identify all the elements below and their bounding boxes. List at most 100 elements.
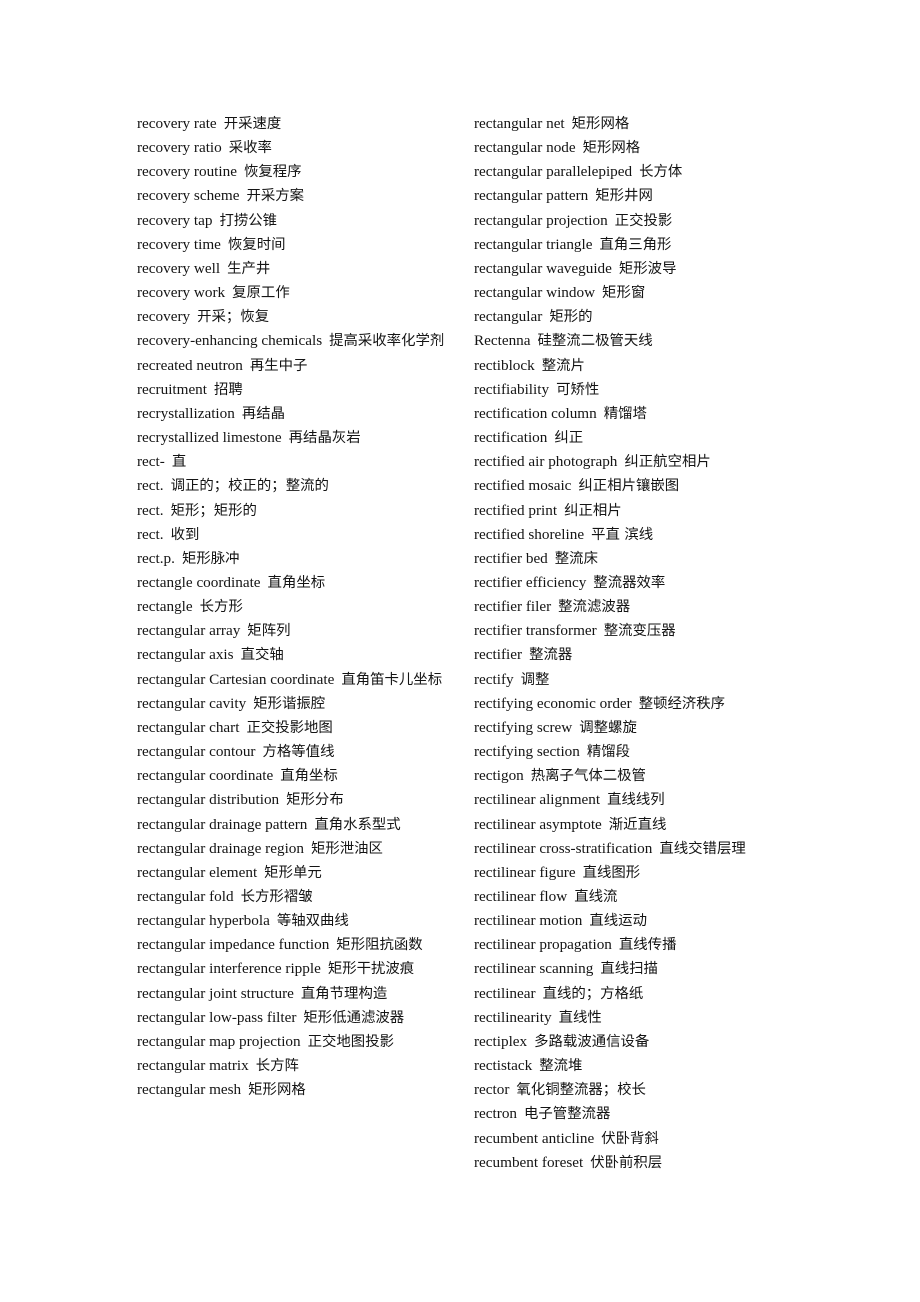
- entry-definition: 热离子气体二极管: [530, 768, 646, 785]
- entry-definition: 直线线列: [607, 792, 665, 809]
- entry-definition: 矩形网格: [582, 140, 641, 157]
- entry-term: Rectenna: [474, 332, 531, 350]
- entry-definition: 整流变压器: [603, 623, 676, 640]
- entry-definition: 开采速度: [223, 116, 282, 132]
- entry-term: recovery tap: [137, 211, 213, 229]
- entry-definition: 矩形干扰波痕: [327, 961, 415, 978]
- entry-term: rect.: [137, 525, 164, 543]
- entry-term: rectangular Cartesian coordinate: [137, 670, 335, 688]
- entry-term: rectilinear flow: [474, 888, 568, 905]
- entry-term: rectangular mesh: [137, 1081, 242, 1099]
- dictionary-entry: rectangular drainage pattern 直角水系型式: [137, 813, 449, 837]
- dictionary-entry: rectification 纠正: [474, 426, 790, 450]
- entry-definition: 直: [171, 454, 187, 471]
- entry-definition: 伏卧前积层: [590, 1154, 663, 1171]
- dictionary-entry: rectangular triangle 直角三角形: [474, 233, 790, 257]
- dictionary-entry: rector 氧化铜整流器；校长: [474, 1078, 790, 1102]
- entry-term: rectangular chart: [137, 718, 240, 736]
- entry-term: recovery work: [137, 284, 226, 302]
- dictionary-column-right: rectangular net 矩形网格 rectangular node 矩形网格 r…: [474, 112, 790, 1175]
- entry-definition: 矩形窗: [602, 285, 646, 302]
- dictionary-entry: rectifying screw 调整螺旋: [474, 716, 790, 740]
- entry-definition: 直角坐标: [267, 574, 326, 591]
- entry-term: rectifying section: [474, 743, 580, 761]
- dictionary-entry: rectilinear alignment 直线线列: [474, 788, 790, 812]
- entry-term: rectangular parallelepiped: [474, 163, 633, 181]
- entry-definition: 矩形网格: [248, 1082, 306, 1099]
- dictionary-entry: rectangular 矩形的: [474, 305, 790, 329]
- dictionary-entry: rectron 电子管整流器: [474, 1102, 790, 1126]
- entry-term: rect.: [137, 501, 164, 519]
- entry-definition: 矩形脉冲: [181, 550, 240, 567]
- entry-definition: 矩阵列: [247, 623, 291, 640]
- entry-term: recruitment: [137, 380, 207, 398]
- dictionary-entry: rectangular interference ripple 矩形干扰波痕: [137, 957, 449, 981]
- entry-term: rectangular window: [474, 284, 596, 302]
- dictionary-entry: rectangle 长方形: [137, 595, 449, 619]
- entry-term: recovery scheme: [137, 187, 240, 205]
- entry-definition: 长方形褶皱: [240, 889, 313, 905]
- entry-term: rectangular contour: [137, 743, 256, 761]
- entry-definition: 精馏段: [586, 744, 631, 761]
- entry-definition: 纠正: [554, 430, 584, 447]
- dictionary-entry: rectangular map projection 正交地图投影: [137, 1030, 449, 1054]
- entry-term: rectangular joint structure: [137, 984, 294, 1002]
- entry-term: rectifier efficiency: [474, 573, 587, 591]
- entry-term: rectify: [474, 670, 514, 688]
- entry-term: rectilinear motion: [474, 912, 583, 930]
- entry-term: recovery: [137, 308, 191, 326]
- dictionary-entry: rectangular waveguide 矩形波导: [474, 257, 790, 281]
- entry-definition: 矩形波导: [618, 260, 677, 277]
- dictionary-entry: rect. 调正的；校正的；整流的: [137, 474, 449, 498]
- entry-definition: 硅整流二极管天线: [537, 333, 653, 350]
- entry-term: rectilinearity: [474, 1008, 552, 1026]
- entry-term: rectangular node: [474, 139, 576, 157]
- dictionary-entry: recovery rate 开采速度: [137, 112, 449, 136]
- dictionary-entry: rectify 调整: [474, 668, 790, 692]
- entry-definition: 多路载波通信设备: [534, 1033, 650, 1050]
- dictionary-entry: rectified print 纠正相片: [474, 499, 790, 523]
- entry-term: rectiplex: [474, 1032, 528, 1050]
- entry-definition: 直角水系型式: [314, 816, 401, 833]
- entry-term: rectangular projection: [474, 211, 608, 229]
- entry-definition: 直线性: [558, 1009, 602, 1026]
- dictionary-column-left: recovery rate 开采速度 recovery ratio 采收率 recove…: [137, 112, 449, 1102]
- entry-definition: 氧化铜整流器；校长: [516, 1082, 646, 1099]
- entry-term: rectangular interference ripple: [137, 960, 321, 978]
- dictionary-entry: rectangular drainage region 矩形泄油区: [137, 837, 449, 861]
- entry-definition: 直角三角形: [599, 236, 672, 253]
- entry-term: rect-: [137, 453, 165, 471]
- dictionary-entry: rectangular element 矩形单元: [137, 861, 449, 885]
- entry-term: rectangular map projection: [137, 1032, 301, 1050]
- entry-definition: 恢复时间: [227, 236, 286, 253]
- entry-definition: 矩形网格: [571, 116, 630, 132]
- entry-definition: 提高采收率化学剂: [329, 333, 445, 350]
- entry-definition: 正交投影地图: [246, 719, 333, 736]
- entry-term: rectangular waveguide: [474, 259, 612, 277]
- entry-term: recrystallization: [137, 404, 235, 422]
- entry-definition: 生产井: [227, 260, 271, 277]
- entry-definition: 采收率: [228, 140, 272, 157]
- entry-term: rectangular fold: [137, 888, 234, 905]
- dictionary-entry: rectangular projection 正交投影: [474, 209, 790, 233]
- entry-term: rectigon: [474, 767, 524, 785]
- entry-term: rectangular triangle: [474, 235, 593, 253]
- entry-definition: 纠正相片: [564, 502, 622, 519]
- entry-definition: 正交地图投影: [307, 1033, 394, 1050]
- entry-definition: 长方体: [639, 164, 683, 181]
- dictionary-entry: recumbent foreset 伏卧前积层: [474, 1151, 790, 1175]
- dictionary-entry: rectifier filer 整流滤波器: [474, 595, 790, 619]
- entry-term: recovery routine: [137, 163, 237, 181]
- dictionary-entry: rectangular chart 正交投影地图: [137, 716, 449, 740]
- dictionary-columns: recovery rate 开采速度 recovery ratio 采收率 recove…: [0, 0, 920, 1302]
- entry-definition: 直线流: [574, 889, 618, 905]
- entry-definition: 调正的；校正的；整流的: [170, 478, 329, 495]
- dictionary-entry: rect- 直: [137, 450, 449, 474]
- entry-definition: 长方形: [199, 599, 243, 616]
- dictionary-entry: rectangular matrix 长方阵: [137, 1054, 449, 1078]
- entry-term: rectilinear figure: [474, 863, 576, 881]
- entry-term: rector: [474, 1081, 510, 1099]
- entry-definition: 方格等值线: [262, 744, 335, 761]
- dictionary-entry: recumbent anticline 伏卧背斜: [474, 1127, 790, 1151]
- entry-term: rectangular hyperbola: [137, 912, 270, 930]
